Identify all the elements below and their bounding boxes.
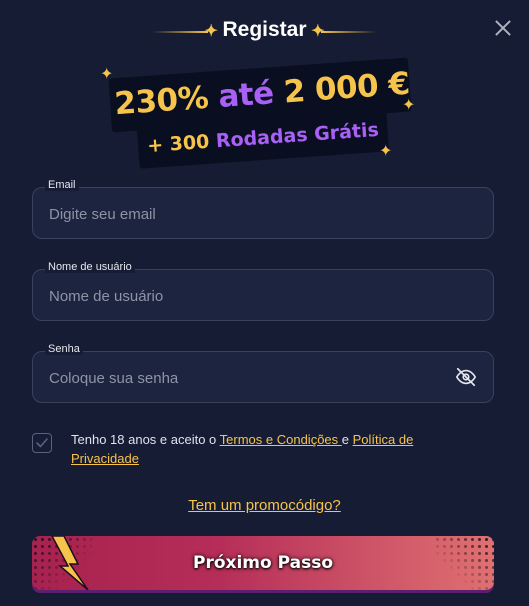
promo-until: até [217,75,275,116]
email-field[interactable]: Email [32,179,494,240]
close-icon[interactable] [493,18,513,38]
promo-code-link[interactable]: Tem um promocódigo? [188,497,341,514]
username-field[interactable]: Nome de usuário [32,261,494,322]
sparkle-icon: ✦ [379,141,393,160]
terms-middle: e [341,432,353,447]
title-row: ✦ Registar ✦ [0,18,529,42]
next-step-label: Próximo Passo [192,553,334,573]
modal-title-text: Registar [222,18,307,41]
sparkle-icon: ✦ [402,95,416,114]
next-step-button[interactable]: Próximo Passo [32,536,494,590]
password-field[interactable]: Senha [32,343,494,404]
promo-code-row: Tem um promocódigo? [0,496,529,514]
promo-percent: 230% [113,79,210,123]
terms-link[interactable]: Termos e Condições [220,432,342,447]
sparkle-icon: ✦ [100,64,114,83]
sparkle-line-left [152,31,209,33]
email-input[interactable] [47,188,451,240]
eye-off-icon[interactable] [455,366,477,388]
register-modal: ✦ Registar ✦ 230% até 2 000 € ✦ ✦ + 300 … [0,0,529,606]
promo-spins-count: + 300 [146,130,211,158]
terms-text: Tenho 18 anos e aceito o Termos e Condiç… [71,430,471,468]
sparkle-line-right [320,31,377,33]
username-input[interactable] [47,270,451,322]
terms-prefix: Tenho 18 anos e aceito o [71,432,220,447]
modal-title: ✦ Registar ✦ [152,18,377,42]
password-input[interactable] [47,352,451,404]
sparkle-icon: ✦ [204,23,218,40]
terms-checkbox[interactable] [32,433,52,453]
